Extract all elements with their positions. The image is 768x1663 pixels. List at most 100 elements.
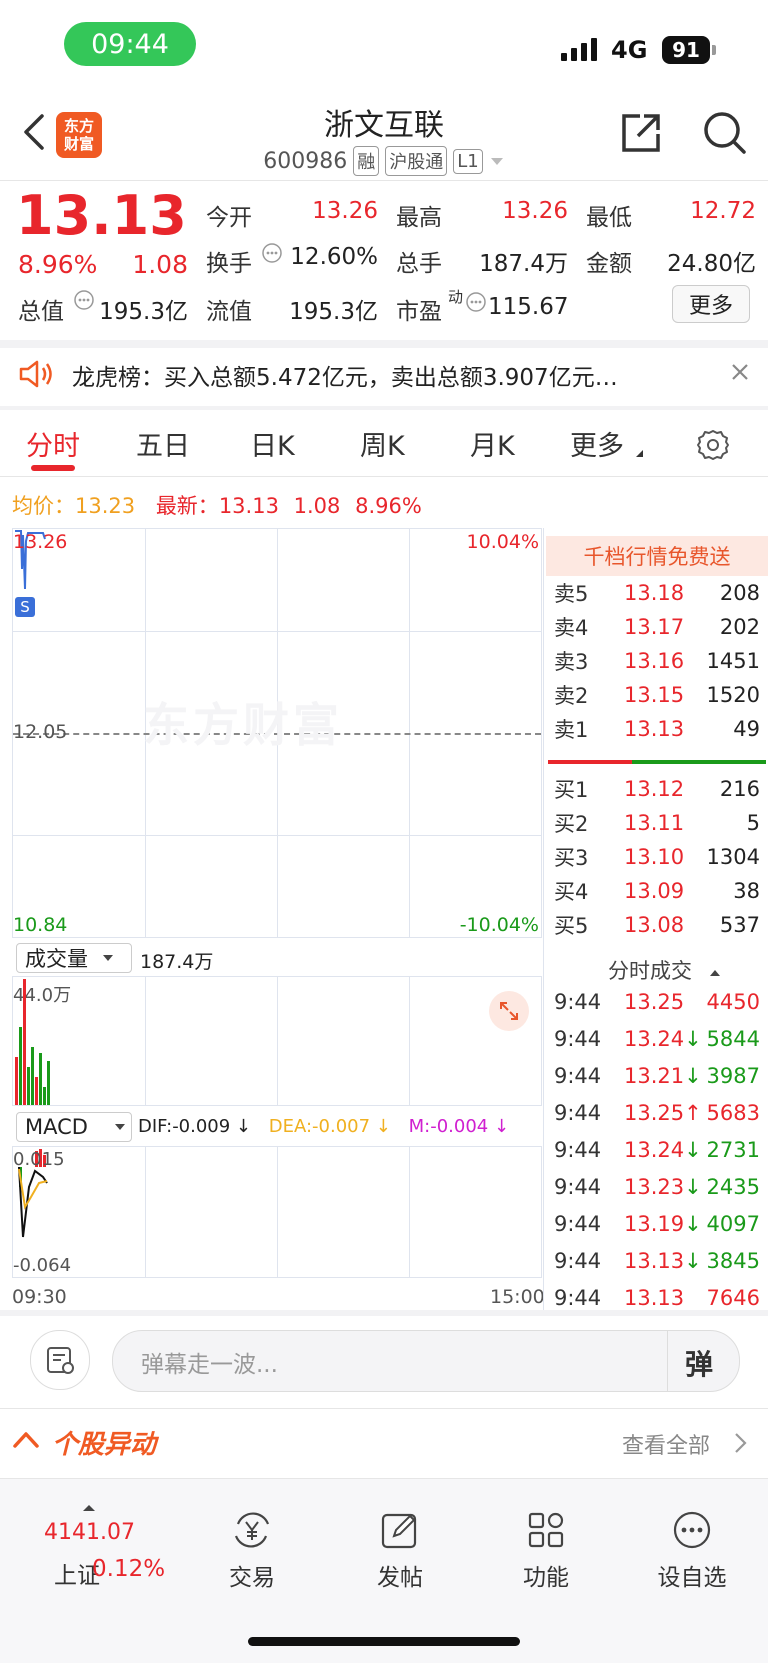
pct-max: 10.04% [466,531,539,553]
share-button[interactable] [618,110,664,156]
trade-volume: 7646 [706,1286,760,1310]
more-dots-icon [673,1511,711,1549]
settings-button[interactable] [696,428,730,462]
tab-weekly-k[interactable]: 周K [360,424,405,463]
tabs-divider [0,476,768,477]
macd-indicator-select[interactable]: MACD [16,1112,132,1142]
ask-row: 卖4 13.17 202 [554,610,760,644]
trade-price: 13.24 [624,1138,685,1162]
ask-volume: 1451 [706,649,760,673]
bid-label: 买2 [554,812,589,836]
ask-label: 卖5 [554,582,589,606]
header-divider [0,180,768,181]
price-chart[interactable]: 东方财富 S 13.26 10.04% 12.05 10.84 -10.04% [12,528,542,938]
danmu-input[interactable]: 弹幕走一波... 弹 [112,1330,740,1392]
turnover-value: 12.60% [290,244,378,270]
trade-row: 9:44 13.19↓ 4097 [554,1206,760,1242]
bid-volume: 216 [719,777,760,801]
ask-price: 13.15 [624,683,685,707]
grid-line [409,977,410,1105]
volume-indicator-select[interactable]: 成交量 [16,943,132,973]
trade-volume: 4097 [706,1212,760,1236]
stock-code: 600986 [263,148,348,174]
change-amount: 1.08 [132,250,188,279]
info-dots-icon [262,243,282,263]
bid-price: 13.08 [624,913,685,937]
trade-price: 13.25 [624,1101,685,1125]
bid-price: 13.12 [624,777,685,801]
grid-line [409,1147,410,1277]
tab-more[interactable]: 更多 [570,424,624,463]
input-divider [667,1331,668,1391]
trades-header[interactable]: 分时成交 [608,955,721,985]
info-icon[interactable] [74,290,94,310]
trade-row: 9:44 13.23↓ 2435 [554,1169,760,1205]
view-all-link[interactable]: 查看全部 [622,1428,710,1460]
expand-icon [500,1002,518,1020]
trade-price: 13.24 [624,1027,685,1051]
trade-time: 9:44 [554,1064,602,1088]
danmu-send-button[interactable]: 弹 [685,1343,713,1383]
macd-m: M:-0.004 ↓ [408,1116,510,1137]
ask-volume: 1520 [706,683,760,707]
trade-volume: 5683 [706,1101,760,1125]
ask-row: 卖2 13.15 1520 [554,678,760,712]
more-quote-button[interactable]: 更多 [672,285,750,323]
latest-value: 13.13 [218,494,279,518]
trade-volume: 2435 [706,1175,760,1199]
expand-chart-button[interactable] [489,991,529,1031]
amount-label: 金额 [586,251,632,277]
tab-daily-k[interactable]: 日K [250,424,295,463]
open-label: 今开 [206,205,252,231]
bid-volume: 5 [746,811,760,835]
longhu-notice[interactable]: 龙虎榜：买入总额5.472亿元，卖出总额3.907亿元… [72,358,618,392]
market-cap-label: 总值 [18,299,64,325]
tab-add-watchlist[interactable]: 设自选 [632,1506,752,1596]
high-value: 13.26 [502,198,568,224]
orderbook-divider [543,528,544,1310]
volume-select-label: 成交量 [25,947,88,971]
tab-post[interactable]: 发帖 [340,1506,460,1596]
trade-price: 13.19 [624,1212,685,1236]
ask-row: 卖3 13.16 1451 [554,644,760,678]
tab-five-day[interactable]: 五日 [136,424,190,463]
tab-trade-label: 交易 [229,1565,275,1591]
danmu-settings-button[interactable] [30,1330,90,1390]
sell-marker[interactable]: S [15,597,35,617]
trade-time: 9:44 [554,1212,602,1236]
trade-price: 13.23 [624,1175,685,1199]
low-label: 最低 [586,205,632,231]
macd-values: DIF:-0.009 ↓ DEA:-0.007 ↓ M:-0.004 ↓ [138,1116,509,1137]
macd-chart[interactable]: 0.015 -0.064 [12,1146,542,1278]
info-icon[interactable] [466,292,486,312]
tab-monthly-k[interactable]: 月K [470,424,515,463]
ask-label: 卖2 [554,684,589,708]
prev-close: 12.05 [13,721,68,743]
caret-icon [636,450,643,457]
trades-title: 分时成交 [608,959,692,983]
ask-strength-bar [548,760,632,764]
tab-functions[interactable]: 功能 [486,1506,606,1596]
bid-label: 买4 [554,880,589,904]
close-notice-button[interactable] [728,360,752,384]
avg-label: 均价： [12,494,75,518]
latest-change: 1.08 [293,494,341,518]
trade-time: 9:44 [554,1286,602,1310]
trade-price: 13.21 [624,1064,685,1088]
bid-strength-bar [632,760,766,764]
trade-row: 9:44 13.13↓ 3845 [554,1243,760,1279]
tag-level: L1 [453,148,483,174]
amount-value: 24.80亿 [667,251,756,277]
orderbook-promo[interactable]: 千档行情免费送 [546,536,768,576]
signal-icon [561,38,597,61]
active-tab-indicator [31,465,75,471]
tab-trade[interactable]: 交易 [192,1506,312,1596]
speaker-icon [18,358,54,390]
index-quote[interactable]: 4141.07 上证 0.12% [20,1500,165,1590]
search-button[interactable] [702,110,748,156]
volume-chart[interactable]: 44.0万 [12,976,542,1106]
float-cap-value: 195.3亿 [289,299,378,325]
trade-volume: 4450 [706,990,760,1014]
info-icon[interactable] [262,243,282,263]
tab-intraday[interactable]: 分时 [26,424,80,463]
